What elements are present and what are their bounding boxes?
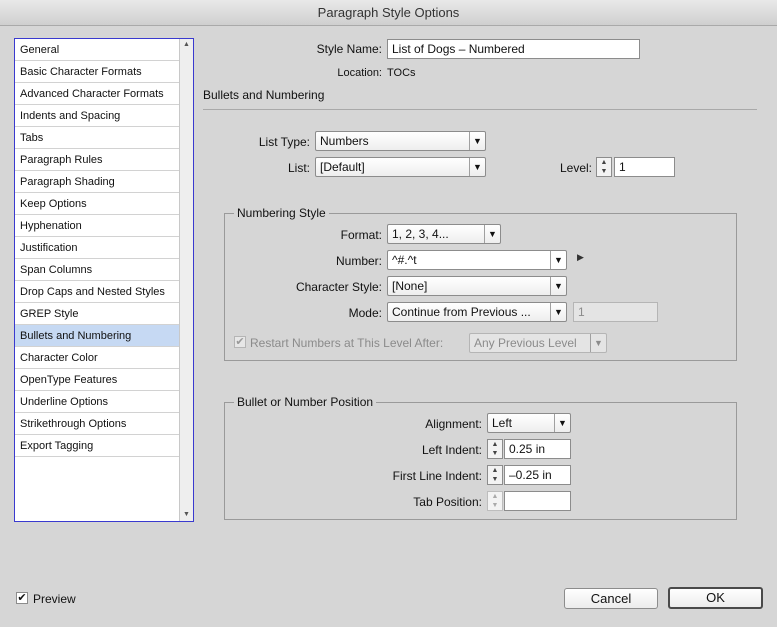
restart-level-select[interactable]: Any Previous Level ▼ <box>469 333 607 353</box>
number-chevron-down-icon: ▼ <box>550 251 566 269</box>
sidebar-item-strikethrough-options[interactable]: Strikethrough Options <box>15 413 180 435</box>
insert-special-character-icon[interactable]: ▶ <box>577 252 584 263</box>
location-label: Location: <box>337 67 382 79</box>
sidebar-item-hyphenation[interactable]: Hyphenation <box>15 215 180 237</box>
level-label: Level: <box>559 161 592 175</box>
alignment-select[interactable]: Left ▼ <box>487 413 571 433</box>
tab-position-input[interactable] <box>504 491 571 511</box>
number-label: Number: <box>335 254 382 268</box>
sidebar-item-basic-character-formats[interactable]: Basic Character Formats <box>15 61 180 83</box>
number-value: ^#.^t <box>392 253 417 267</box>
preview-checkbox[interactable]: ✔ <box>16 592 28 604</box>
numbering-style-title: Numbering Style <box>234 206 329 220</box>
format-value: 1, 2, 3, 4... <box>392 227 449 241</box>
level-input[interactable]: 1 <box>614 157 675 177</box>
alignment-value: Left <box>492 416 513 430</box>
left-indent-step-up-icon[interactable]: ▲ <box>488 440 502 449</box>
sidebar-item-indents-and-spacing[interactable]: Indents and Spacing <box>15 105 180 127</box>
category-list[interactable]: General Basic Character Formats Advanced C… <box>14 38 194 522</box>
mode-value: Continue from Previous ... <box>392 305 531 319</box>
sidebar-item-justification[interactable]: Justification <box>15 237 180 259</box>
restart-level-value: Any Previous Level <box>474 336 577 350</box>
list-chevron-down-icon: ▼ <box>469 158 485 176</box>
sidebar-item-span-columns[interactable]: Span Columns <box>15 259 180 281</box>
list-value: [Default] <box>320 160 365 174</box>
mode-label: Mode: <box>348 306 382 320</box>
cancel-button[interactable]: Cancel <box>564 588 658 609</box>
level-step-down-icon[interactable]: ▼ <box>597 167 611 176</box>
style-name-label: Style Name: <box>316 42 382 56</box>
first-line-indent-stepper[interactable]: ▲ ▼ <box>487 465 503 485</box>
restart-numbers-checkbox[interactable]: ✔ <box>234 336 246 348</box>
list-type-select[interactable]: Numbers ▼ <box>315 131 486 151</box>
left-indent-label: Left Indent: <box>421 443 482 457</box>
ok-button[interactable]: OK <box>668 587 763 609</box>
sidebar-item-keep-options[interactable]: Keep Options <box>15 193 180 215</box>
restart-level-chevron-down-icon: ▼ <box>590 334 606 352</box>
sidebar-item-tabs[interactable]: Tabs <box>15 127 180 149</box>
sidebar-item-character-color[interactable]: Character Color <box>15 347 180 369</box>
first-line-indent-label: First Line Indent: <box>392 469 482 483</box>
alignment-label: Alignment: <box>425 417 482 431</box>
sidebar-item-paragraph-shading[interactable]: Paragraph Shading <box>15 171 180 193</box>
left-indent-stepper[interactable]: ▲ ▼ <box>487 439 503 459</box>
preview-label: Preview <box>33 592 76 606</box>
level-step-up-icon[interactable]: ▲ <box>597 158 611 167</box>
sidebar-item-opentype-features[interactable]: OpenType Features <box>15 369 180 391</box>
style-name-input[interactable]: List of Dogs – Numbered <box>387 39 640 59</box>
position-title: Bullet or Number Position <box>234 395 377 409</box>
sidebar-item-grep-style[interactable]: GREP Style <box>15 303 180 325</box>
first-line-indent-step-down-icon[interactable]: ▼ <box>488 475 502 484</box>
sidebar-item-advanced-character-formats[interactable]: Advanced Character Formats <box>15 83 180 105</box>
window-title: Paragraph Style Options <box>317 5 460 20</box>
left-indent-step-down-icon[interactable]: ▼ <box>488 449 502 458</box>
list-type-label: List Type: <box>258 135 310 149</box>
tab-position-step-up-icon[interactable]: ▲ <box>488 492 502 501</box>
section-divider <box>203 109 757 110</box>
alignment-chevron-down-icon: ▼ <box>554 414 570 432</box>
character-style-value: [None] <box>392 279 428 293</box>
number-combo[interactable]: ^#.^t ▼ <box>387 250 567 270</box>
sidebar-item-underline-options[interactable]: Underline Options <box>15 391 180 413</box>
list-select[interactable]: [Default] ▼ <box>315 157 486 177</box>
category-list-scrollbar[interactable]: ▲ ▼ <box>179 39 193 521</box>
sidebar-item-export-tagging[interactable]: Export Tagging <box>15 435 180 457</box>
tab-position-label: Tab Position: <box>413 495 482 509</box>
level-stepper[interactable]: ▲ ▼ <box>596 157 612 177</box>
mode-select[interactable]: Continue from Previous ... ▼ <box>387 302 567 322</box>
sidebar-item-general[interactable]: General <box>15 39 180 61</box>
sidebar-item-bullets-and-numbering[interactable]: Bullets and Numbering <box>15 325 180 347</box>
format-label: Format: <box>340 228 382 242</box>
location-value: TOCs <box>387 67 416 79</box>
format-chevron-down-icon: ▼ <box>484 225 500 243</box>
scroll-up-arrow-icon[interactable]: ▲ <box>180 39 193 51</box>
format-select[interactable]: 1, 2, 3, 4... ▼ <box>387 224 501 244</box>
sidebar-item-paragraph-rules[interactable]: Paragraph Rules <box>15 149 180 171</box>
section-title: Bullets and Numbering <box>203 88 325 102</box>
window-title-bar: Paragraph Style Options <box>0 0 777 26</box>
list-type-chevron-down-icon: ▼ <box>469 132 485 150</box>
character-style-chevron-down-icon: ▼ <box>550 277 566 295</box>
restart-check-icon: ✔ <box>235 336 245 348</box>
mode-chevron-down-icon: ▼ <box>550 303 566 321</box>
sidebar-item-drop-caps-and-nested-styles[interactable]: Drop Caps and Nested Styles <box>15 281 180 303</box>
category-list-items: General Basic Character Formats Advanced C… <box>15 39 180 457</box>
first-line-indent-step-up-icon[interactable]: ▲ <box>488 466 502 475</box>
preview-check-icon: ✔ <box>17 592 27 604</box>
character-style-label: Character Style: <box>295 280 382 294</box>
list-type-value: Numbers <box>320 134 369 148</box>
list-label: List: <box>287 161 310 175</box>
first-line-indent-input[interactable]: –0.25 in <box>504 465 571 485</box>
mode-start-input[interactable]: 1 <box>573 302 658 322</box>
scroll-down-arrow-icon[interactable]: ▼ <box>180 509 193 521</box>
tab-position-step-down-icon[interactable]: ▼ <box>488 501 502 510</box>
restart-numbers-label: Restart Numbers at This Level After: <box>250 336 444 350</box>
left-indent-input[interactable]: 0.25 in <box>504 439 571 459</box>
character-style-select[interactable]: [None] ▼ <box>387 276 567 296</box>
tab-position-stepper[interactable]: ▲ ▼ <box>487 491 503 511</box>
